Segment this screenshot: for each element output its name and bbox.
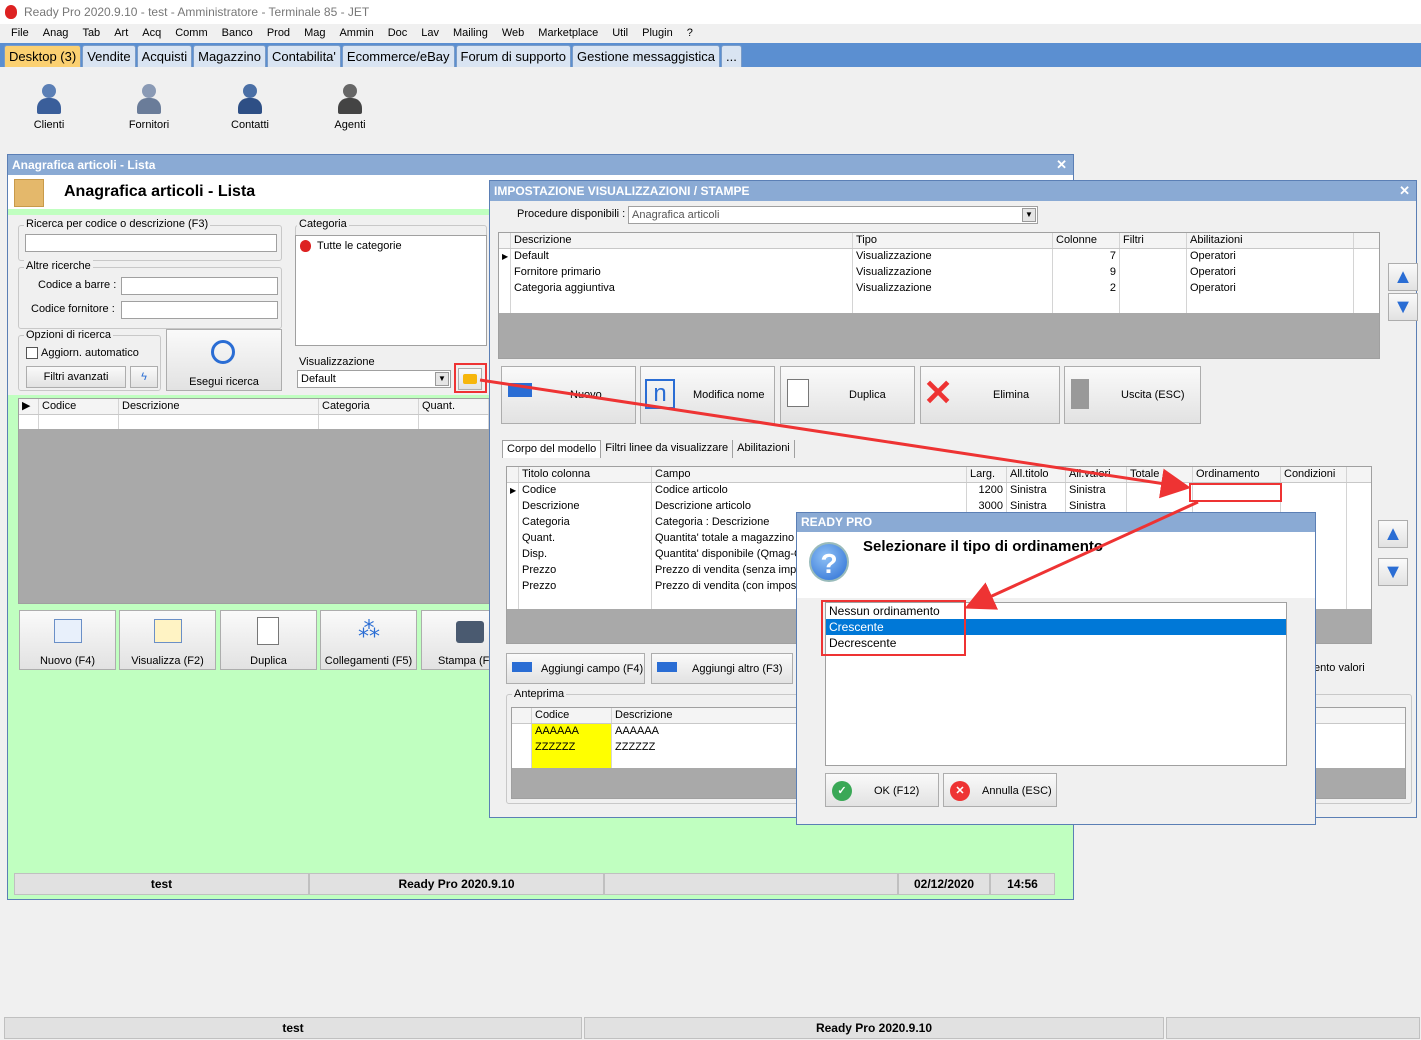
arrow-1: [479, 378, 1191, 499]
arrow-2: [964, 500, 1199, 610]
annotation-arrows: [479, 378, 1199, 610]
app-status-user: test: [4, 1017, 582, 1039]
app-status-extra: [1166, 1017, 1420, 1039]
app-status-version: Ready Pro 2020.9.10: [584, 1017, 1164, 1039]
